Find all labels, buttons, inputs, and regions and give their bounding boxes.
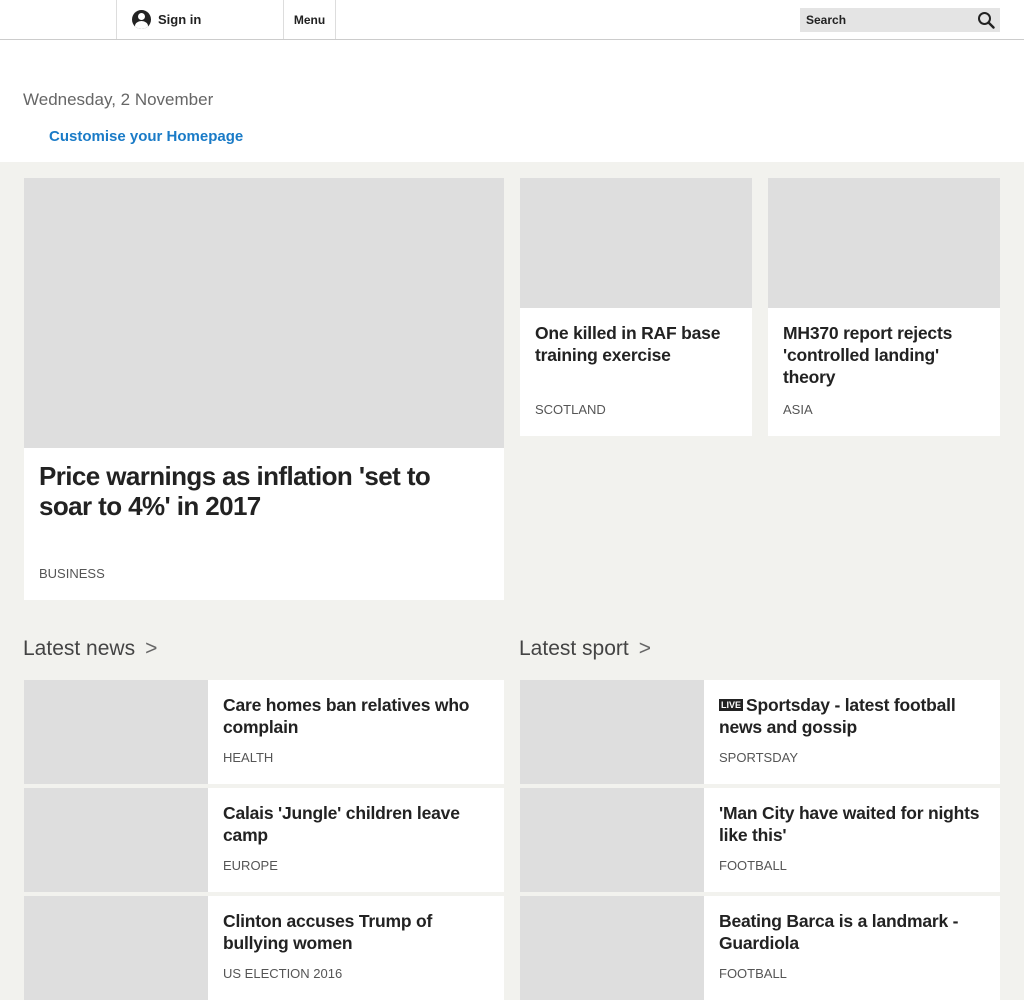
chevron-right-icon: > xyxy=(638,637,651,660)
search-button[interactable] xyxy=(972,8,1000,32)
top-story-card[interactable]: One killed in RAF base training exercise… xyxy=(520,178,752,436)
story-image-placeholder xyxy=(520,178,752,308)
sign-in-label: Sign in xyxy=(158,12,202,27)
sign-in-button[interactable]: Sign in xyxy=(117,0,284,39)
story-image-placeholder xyxy=(24,178,504,448)
story-image-placeholder xyxy=(768,178,1000,308)
latest-sport-heading-link[interactable]: Latest sport > xyxy=(519,637,651,661)
story-headline: Sportsday - latest football news and gos… xyxy=(719,695,956,737)
story-section-tag: BUSINESS xyxy=(39,566,105,581)
story-headline: Care homes ban relatives who complain xyxy=(223,695,470,737)
story-headline: Clinton accuses Trump of bullying women xyxy=(223,911,433,953)
latest-news-heading: Latest news xyxy=(23,637,136,660)
search-input[interactable] xyxy=(800,8,972,32)
chevron-right-icon: > xyxy=(145,637,158,660)
story-section-tag: EUROPE xyxy=(223,858,278,873)
story-section-tag: SPORTSDAY xyxy=(719,750,798,765)
story-image-placeholder xyxy=(24,788,208,892)
story-section-tag: FOOTBALL xyxy=(719,858,787,873)
live-badge: LIVE xyxy=(719,699,744,711)
story-headline-container: LIVE Sportsday - latest football news and… xyxy=(719,694,989,738)
story-headline: Beating Barca is a landmark - Guardiola xyxy=(719,911,959,953)
menu-button[interactable]: Menu xyxy=(284,0,335,39)
user-account-icon xyxy=(132,10,151,29)
menu-label: Menu xyxy=(293,12,326,27)
news-list-item[interactable]: Clinton accuses Trump of bullying women … xyxy=(24,896,504,1000)
latest-news-heading-link[interactable]: Latest news > xyxy=(23,637,157,661)
story-section-tag: HEALTH xyxy=(223,750,274,765)
sport-list-item[interactable]: Beating Barca is a landmark - Guardiola … xyxy=(520,896,1000,1000)
customise-homepage-link[interactable]: Customise your Homepage xyxy=(49,128,243,145)
search-icon xyxy=(978,12,995,29)
current-date: Wednesday, 2 November xyxy=(23,90,214,109)
story-image-placeholder xyxy=(520,788,704,892)
sport-list-item[interactable]: LIVE Sportsday - latest football news and… xyxy=(520,680,1000,784)
search-box xyxy=(800,8,1000,32)
story-image-placeholder xyxy=(520,896,704,1000)
story-image-placeholder xyxy=(24,896,208,1000)
top-story-card[interactable]: MH370 report rejects 'controlled landing… xyxy=(768,178,1000,436)
story-section-tag: FOOTBALL xyxy=(719,966,787,981)
news-list-item[interactable]: Care homes ban relatives who complain HE… xyxy=(24,680,504,784)
story-image-placeholder xyxy=(24,680,208,784)
news-list-item[interactable]: Calais 'Jungle' children leave camp EURO… xyxy=(24,788,504,892)
sport-list-item[interactable]: 'Man City have waited for nights like th… xyxy=(520,788,1000,892)
date-band: Wednesday, 2 November Customise your Hom… xyxy=(0,40,1024,162)
story-headline: Price warnings as inflation 'set to soar… xyxy=(39,461,431,521)
nav-divider xyxy=(335,0,336,39)
story-section-tag: US ELECTION 2016 xyxy=(223,966,343,981)
story-headline: One killed in RAF base training exercise xyxy=(535,323,721,365)
top-navigation-bar: Sign in Menu xyxy=(0,0,1024,40)
story-image-placeholder xyxy=(520,680,704,784)
story-headline: MH370 report rejects 'controlled landing… xyxy=(783,323,953,387)
story-section-tag: ASIA xyxy=(783,402,813,417)
lead-story-card[interactable]: Price warnings as inflation 'set to soar… xyxy=(24,178,504,600)
story-headline: Calais 'Jungle' children leave camp xyxy=(223,803,460,845)
story-headline: 'Man City have waited for nights like th… xyxy=(719,803,980,845)
latest-sport-heading: Latest sport xyxy=(519,637,629,660)
story-section-tag: SCOTLAND xyxy=(535,402,606,417)
